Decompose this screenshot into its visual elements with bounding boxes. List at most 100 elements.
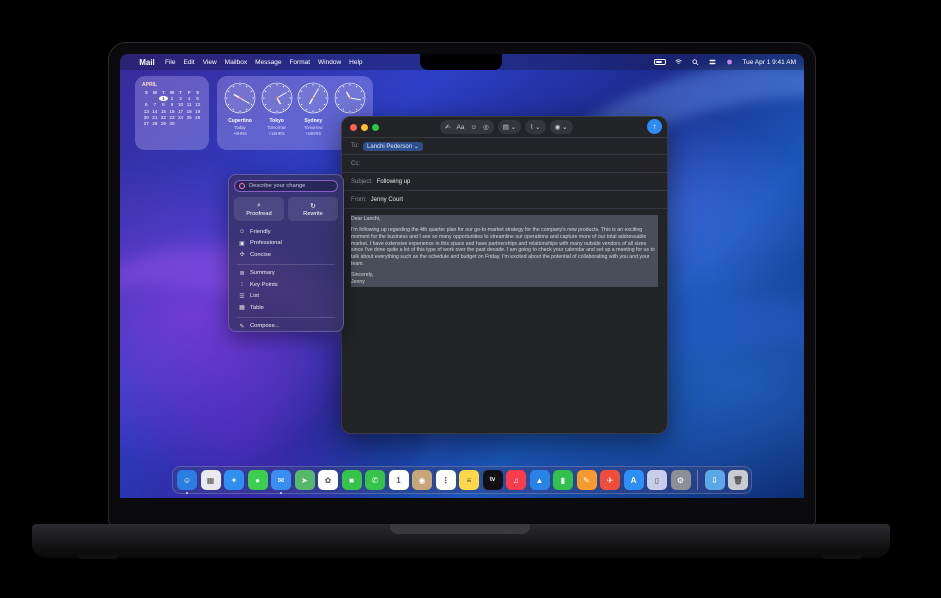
calendar-day: 28 xyxy=(152,120,158,126)
dock-launchpad-icon[interactable]: ▦ xyxy=(200,470,221,490)
dock-calendar-icon[interactable]: 1 xyxy=(388,470,409,490)
menu-format[interactable]: Format xyxy=(289,59,310,66)
paperclip-icon: ⌇ ⌄ xyxy=(530,124,541,131)
cc-field[interactable]: Cc: xyxy=(342,155,667,173)
iphone-mirroring-glyph-icon: ▯ xyxy=(654,475,660,485)
close-window-button[interactable] xyxy=(350,123,357,131)
dock-facetime-icon[interactable]: ■ xyxy=(341,470,362,490)
from-field[interactable]: From: Jenny Court xyxy=(342,191,667,209)
world-clock: Tokyo Tomorrow +16HRS xyxy=(260,82,294,144)
wifi-icon[interactable] xyxy=(674,59,683,65)
menu-file[interactable]: File xyxy=(165,59,175,66)
proofread-button[interactable]: ⌕ Proofread xyxy=(234,197,284,221)
menu-datetime[interactable]: Tue Apr 1 9:41 AM xyxy=(742,59,796,66)
font-aa-icon[interactable]: Aa xyxy=(456,124,464,131)
summary-option[interactable]: ≣ Summary xyxy=(234,268,338,280)
dock-finder-icon[interactable]: ☺ xyxy=(177,470,197,494)
friendly-option[interactable]: ☺ Friendly xyxy=(234,226,338,238)
dock-app-store-icon[interactable]: A xyxy=(623,470,644,490)
menu-mailbox[interactable]: Mailbox xyxy=(225,59,247,66)
music-glyph-icon: ♫ xyxy=(513,475,519,485)
dock-rocket-icon[interactable]: ✈ xyxy=(600,470,620,490)
dock-phone-icon[interactable]: ✆ xyxy=(365,470,385,490)
photo-button[interactable]: ◉ ⌄ xyxy=(549,120,573,134)
menu-edit[interactable]: Edit xyxy=(183,59,194,66)
recipient-chip[interactable]: Lanchi Pederson ⌄ xyxy=(363,141,423,151)
dock-downloads-icon[interactable]: ⇩ xyxy=(704,470,725,490)
calendar-day: 23 xyxy=(169,114,175,120)
to-field[interactable]: To: Lanchi Pederson ⌄ xyxy=(342,137,667,155)
clock-face-icon xyxy=(298,82,329,114)
dock-reminders-icon[interactable]: ⋮ xyxy=(435,470,456,490)
siri-icon[interactable] xyxy=(725,59,734,65)
closing: Sincerely, xyxy=(351,272,374,279)
battery-icon[interactable] xyxy=(654,59,667,65)
message-body[interactable]: Dear Lanchi, I'm following up regarding … xyxy=(342,209,667,293)
dock-notes-icon[interactable]: ≡ xyxy=(459,470,479,490)
window-controls xyxy=(350,123,379,131)
minimize-window-button[interactable] xyxy=(361,123,368,131)
list-option[interactable]: ☰ List xyxy=(234,291,338,303)
concise-icon: ✣ xyxy=(239,252,245,259)
calendar-day: 15 xyxy=(160,108,166,114)
attach-button[interactable]: ⌇ ⌄ xyxy=(525,120,546,134)
search-icon[interactable] xyxy=(691,59,700,65)
writing-tools-icon[interactable]: ✍ xyxy=(445,123,450,131)
weekday-label: S xyxy=(144,90,148,95)
dock-settings-icon[interactable]: ⚙ xyxy=(670,470,691,490)
dock-music-icon[interactable]: ♫ xyxy=(506,470,526,490)
dock-iphone-mirroring-icon[interactable]: ▯ xyxy=(647,470,667,490)
keynote-glyph-icon: ▲ xyxy=(535,475,544,485)
key-points-option[interactable]: ⁝ Key Points xyxy=(234,279,338,291)
pages-glyph-icon: ✎ xyxy=(583,475,590,485)
calendar-day: 3 xyxy=(179,96,182,102)
photos-glyph-icon: ✿ xyxy=(324,475,332,485)
dock-photos-icon[interactable]: ✿ xyxy=(318,470,338,490)
markup-icon[interactable]: ◎ xyxy=(483,123,489,131)
emoji-icon[interactable]: ☺ xyxy=(470,124,477,131)
dock-keynote-icon[interactable]: ▲ xyxy=(529,470,550,490)
calendar-day xyxy=(142,96,151,101)
format-toolbar: ✍ Aa ☺ ◎ ▤ ⌄ ⌇ ⌄ ◉ ⌄ xyxy=(440,120,573,134)
control-center-icon[interactable] xyxy=(708,59,717,65)
subject-field[interactable]: Subject: Following up xyxy=(342,173,667,191)
table-option[interactable]: ▦ Table xyxy=(234,302,338,314)
menu-message[interactable]: Message xyxy=(255,59,281,66)
rewrite-button[interactable]: ↻ Rewrite xyxy=(288,197,338,221)
clock-offset: +0HRS xyxy=(233,131,247,136)
compose-option[interactable]: ✎ Compose... xyxy=(234,321,338,333)
dock-tv-icon[interactable]: tv xyxy=(482,470,503,490)
calendar-day: 21 xyxy=(152,114,158,120)
zoom-window-button[interactable] xyxy=(372,123,379,131)
safari-glyph-icon: ✦ xyxy=(230,475,238,485)
describe-change-input[interactable]: Describe your change xyxy=(234,180,338,192)
selected-text[interactable]: Dear Lanchi, I'm following up regarding … xyxy=(351,215,658,287)
menu-window[interactable]: Window xyxy=(318,59,341,66)
menu-app-name[interactable]: Mail xyxy=(137,54,157,72)
dock-trash-icon[interactable]: 🗑 xyxy=(728,470,748,490)
calendar-day: 26 xyxy=(195,114,201,120)
format-options: ≣ Summary ⁝ Key Points ☰ List ▦ Table xyxy=(234,268,338,314)
dock-pages-icon[interactable]: ✎ xyxy=(576,470,597,490)
magnifier-icon: ⌕ xyxy=(257,201,261,209)
writing-tools-panel: Describe your change ⌕ Proofread ↻ Rewri… xyxy=(228,174,344,332)
dock-mail-icon[interactable]: ✉ xyxy=(271,470,291,494)
dock-safari-icon[interactable]: ✦ xyxy=(224,470,244,490)
dock-numbers-icon[interactable]: ▮ xyxy=(553,470,573,490)
menu-view[interactable]: View xyxy=(203,59,217,66)
professional-option[interactable]: ▣ Professional xyxy=(234,238,338,250)
arrow-up-icon: ↑ xyxy=(652,122,657,131)
trash-glyph-icon: 🗑 xyxy=(732,475,744,485)
calendar-glyph-icon: 1 xyxy=(396,475,401,485)
send-button[interactable]: ↑ xyxy=(647,119,662,134)
header-fields-button[interactable]: ▤ ⌄ xyxy=(497,120,522,134)
world-clock: Cupertino Today +0HRS xyxy=(223,82,257,144)
dock-messages-icon[interactable]: ● xyxy=(247,470,268,490)
subject-label: Subject: xyxy=(351,178,373,185)
dock-maps-icon[interactable]: ➤ xyxy=(294,470,315,490)
dock-contacts-icon[interactable]: ◉ xyxy=(412,470,432,490)
menu-help[interactable]: Help xyxy=(349,59,362,66)
calendar-day: 18 xyxy=(186,108,192,114)
calendar-widget[interactable]: APRIL S M T W T F S 1 2 3 4 5 6 7 8 9 10 11 12 13 14 15 16 17 18… xyxy=(135,76,209,150)
concise-option[interactable]: ✣ Concise xyxy=(234,249,338,261)
